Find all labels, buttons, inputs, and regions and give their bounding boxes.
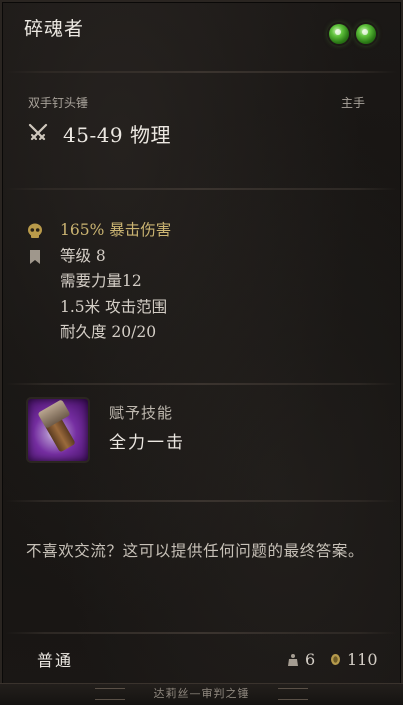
gold-value: 110 <box>347 650 378 669</box>
divider <box>6 188 397 190</box>
weight-value: 6 <box>305 650 316 669</box>
attack-range-stat: 1.5米 攻击范围 <box>60 297 168 316</box>
granted-skill-label: 赋予技能 <box>109 404 174 422</box>
divider <box>6 71 397 73</box>
value-display: 110 <box>330 650 378 669</box>
damage-value: 45-49 物理 <box>63 122 172 147</box>
durability-stat: 耐久度 20/20 <box>60 323 157 341</box>
rarity-label: 普通 <box>37 651 74 670</box>
crit-damage-stat: 165% 暴击伤害 <box>26 218 171 244</box>
skull-icon <box>28 223 42 238</box>
socket-gem-icon <box>356 24 376 44</box>
socket-gem-icon <box>329 24 349 44</box>
bookmark-icon <box>30 249 40 264</box>
item-subtype: 双手钉头锤 <box>28 96 89 110</box>
crossed-swords-icon <box>28 123 48 141</box>
divider <box>6 632 397 634</box>
strength-requirement: 需要力量12 <box>60 272 142 290</box>
power-strike-icon <box>28 399 88 461</box>
granted-skill-name: 全力一击 <box>109 433 185 453</box>
bottom-banner-text: 达莉丝—审判之锤 <box>153 687 250 700</box>
item-tooltip-panel: 碎魂者 双手钉头锤 主手 45-49 物理 165% 暴击伤害 等级 8 需要力… <box>0 0 403 705</box>
divider <box>6 500 397 502</box>
weight-display: 6 <box>287 650 315 669</box>
item-name: 碎魂者 <box>24 18 85 40</box>
level-stat: 等级 8 <box>26 244 171 270</box>
stats-list: 165% 暴击伤害 等级 8 需要力量12 1.5米 攻击范围 耐久度 20/2… <box>26 218 171 346</box>
weight-icon <box>288 653 298 666</box>
damage-row: 45-49 物理 <box>27 118 171 148</box>
coin-icon <box>331 654 340 665</box>
divider <box>6 383 397 385</box>
equip-slot: 主手 <box>340 96 365 110</box>
item-description: 不喜欢交流？这可以提供任何问题的最终答案。 <box>26 542 365 560</box>
